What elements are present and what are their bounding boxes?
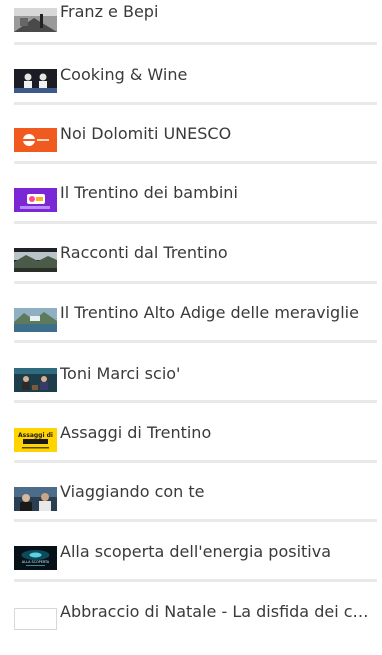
divider bbox=[14, 460, 377, 463]
list-item[interactable]: Cooking & Wine bbox=[0, 57, 382, 117]
thumbnail-interview-icon bbox=[14, 487, 57, 511]
list-item-title: Il Trentino dei bambini bbox=[60, 183, 238, 202]
list-item-title: Il Trentino Alto Adige delle meraviglie bbox=[60, 303, 359, 322]
divider bbox=[14, 400, 377, 403]
divider bbox=[14, 221, 377, 224]
list-item-title: Franz e Bepi bbox=[60, 2, 159, 21]
list-item[interactable]: Franz e Bepi bbox=[0, 0, 382, 57]
thumbnail-caption: Assaggi di bbox=[18, 432, 53, 439]
list-item-title: Cooking & Wine bbox=[60, 65, 188, 84]
list-item-title: Alla scoperta dell'energia positiva bbox=[60, 542, 332, 561]
list-item[interactable]: Abbraccio di Natale - La disfida dei cuo… bbox=[0, 595, 382, 655]
list-item-title: Viaggiando con te bbox=[60, 482, 205, 501]
divider bbox=[14, 340, 377, 343]
list-item-title: Racconti dal Trentino bbox=[60, 243, 228, 262]
list-item-title: Assaggi di Trentino bbox=[60, 423, 212, 442]
divider bbox=[14, 42, 377, 45]
thumbnail-street-photo-icon bbox=[14, 8, 57, 32]
list-item[interactable]: Toni Marci scio' bbox=[0, 356, 382, 416]
list-item-title: Abbraccio di Natale - La disfida dei cuo… bbox=[60, 602, 376, 621]
thumbnail-landscape-icon bbox=[14, 248, 57, 272]
thumbnail-mountain-lake-icon bbox=[14, 308, 57, 332]
thumbnail-chefs-icon bbox=[14, 69, 57, 93]
list-item[interactable]: Il Trentino Alto Adige delle meraviglie bbox=[0, 296, 382, 356]
list-item[interactable]: ALLA SCOPERTA Alla scoperta dell'energia… bbox=[0, 535, 382, 595]
thumbnail-dark-glow-icon: ALLA SCOPERTA bbox=[14, 546, 57, 570]
divider bbox=[14, 579, 377, 582]
thumbnail-purple-kids-icon bbox=[14, 188, 57, 212]
list-item-title: Noi Dolomiti UNESCO bbox=[60, 124, 232, 143]
thumbnail-studio-icon bbox=[14, 368, 57, 392]
thumbnail-blank-icon bbox=[14, 608, 57, 630]
thumbnail-yellow-title-icon: Assaggi di bbox=[14, 428, 57, 452]
list-item-title: Toni Marci scio' bbox=[60, 364, 181, 383]
divider bbox=[14, 102, 377, 105]
list-item[interactable]: Racconti dal Trentino bbox=[0, 236, 382, 296]
divider bbox=[14, 161, 377, 164]
list-item[interactable]: Viaggiando con te bbox=[0, 475, 382, 535]
list-item[interactable]: Noi Dolomiti UNESCO bbox=[0, 117, 382, 177]
divider bbox=[14, 519, 377, 522]
divider bbox=[14, 281, 377, 284]
thumbnail-orange-logo-icon bbox=[14, 128, 57, 152]
thumbnail-caption: ALLA SCOPERTA bbox=[22, 560, 50, 564]
list-item[interactable]: Il Trentino dei bambini bbox=[0, 176, 382, 236]
list-item[interactable]: Assaggi di Assaggi di Trentino bbox=[0, 415, 382, 475]
